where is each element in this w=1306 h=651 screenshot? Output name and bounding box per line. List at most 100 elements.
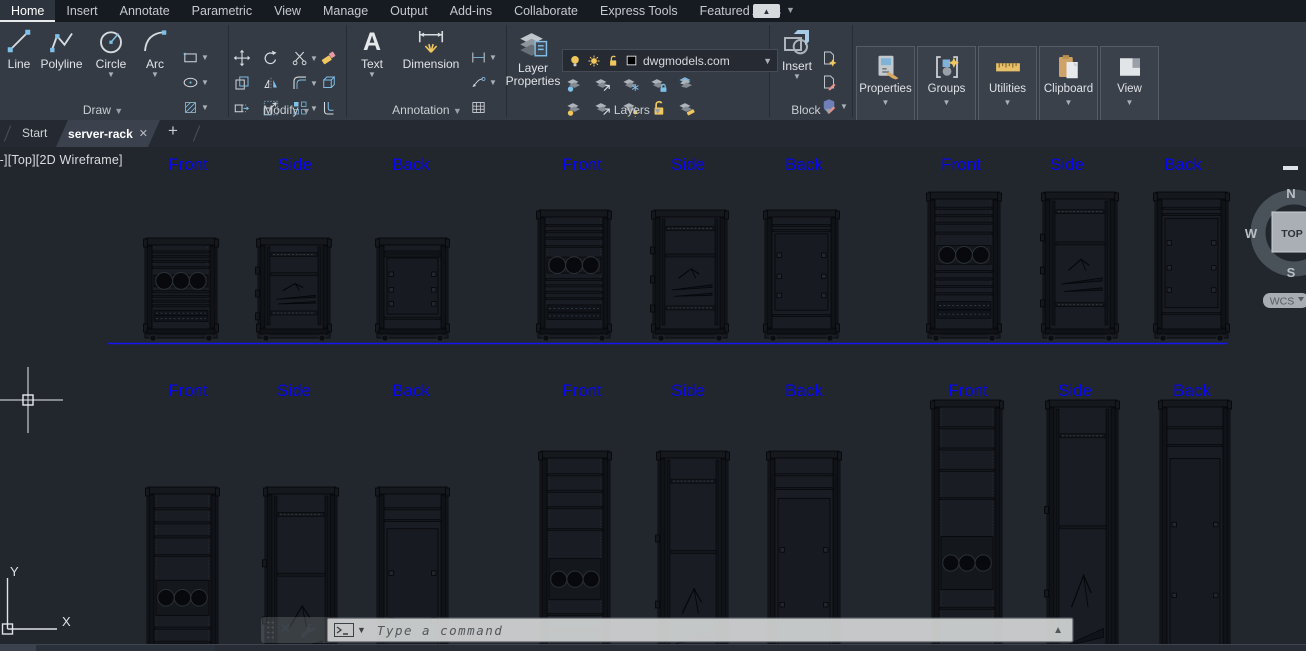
offset-button[interactable] — [320, 99, 338, 117]
mirror-button[interactable] — [262, 74, 280, 92]
panel-clipboard[interactable]: Clipboard ▼ — [1039, 46, 1098, 121]
ribbon-tab-manage[interactable]: Manage — [312, 0, 379, 22]
polyline-button[interactable]: Polyline — [37, 26, 86, 71]
view-label-side[interactable]: Side — [671, 381, 705, 400]
view-label-side[interactable]: Side — [277, 381, 311, 400]
layer-dropdown-caret-icon[interactable]: ▼ — [763, 56, 772, 66]
view-label-back[interactable]: Back — [1164, 155, 1202, 174]
drawing-canvas[interactable]: Front Side Back Front Side Back Front Side Back F… — [0, 147, 1306, 644]
new-tab-button[interactable]: + — [168, 121, 178, 141]
layer-freeze-button[interactable] — [621, 74, 640, 93]
layer-color-swatch[interactable] — [625, 54, 638, 67]
ribbon-tab-add-ins[interactable]: Add-ins — [439, 0, 503, 22]
ribbon-tab-collaborate[interactable]: Collaborate — [503, 0, 589, 22]
rack-back-view[interactable] — [763, 209, 840, 342]
command-input[interactable]: ▼ Type a command ▲ — [327, 618, 1073, 642]
ribbon-tab-annotate[interactable]: Annotate — [109, 0, 181, 22]
rack-side-view[interactable] — [1044, 399, 1120, 644]
ribbon-collapse-caret-icon[interactable]: ▼ — [786, 5, 795, 15]
block-edit-button[interactable] — [820, 73, 838, 91]
ribbon-tab-express-tools[interactable]: Express Tools — [589, 0, 689, 22]
ribbon-tab-insert[interactable]: Insert — [55, 0, 108, 22]
layer-delete-button[interactable] — [677, 98, 696, 117]
ribbon-tab-home[interactable]: Home — [0, 0, 56, 22]
dimension-button[interactable]: Dimension — [394, 26, 468, 71]
view-label-back[interactable]: Back — [392, 155, 430, 174]
circle-button[interactable]: Circle ▼ — [87, 26, 135, 79]
view-label-side[interactable]: Side — [671, 155, 705, 174]
view-label-side[interactable]: Side — [1058, 381, 1092, 400]
view-label-back[interactable]: Back — [785, 381, 823, 400]
view-label-front[interactable]: Front — [941, 155, 981, 174]
insert-block-button[interactable]: Insert ▼ — [776, 26, 818, 81]
view-label-front[interactable]: Front — [168, 381, 208, 400]
tab-server-rack[interactable]: server-rack ✕ — [56, 120, 160, 147]
ribbon-tab-view[interactable]: View — [263, 0, 312, 22]
view-label-front[interactable]: Front — [562, 155, 602, 174]
command-customize-icon[interactable] — [299, 621, 315, 643]
ribbon-tab-output[interactable]: Output — [379, 0, 439, 22]
fillet-button[interactable]: ▼ — [291, 74, 318, 92]
layers-panel-title[interactable]: Layers ▼ — [614, 103, 662, 117]
text-button[interactable]: A Text ▼ — [352, 26, 392, 79]
layer-arrow-button[interactable] — [593, 74, 612, 93]
view-label-back[interactable]: Back — [1173, 381, 1211, 400]
panel-properties[interactable]: Properties ▼ — [856, 46, 915, 121]
rack-front-view[interactable] — [926, 191, 1002, 342]
tab-start[interactable]: Start — [14, 120, 55, 147]
block-new-button[interactable] — [820, 49, 838, 67]
layer-off-button[interactable] — [565, 74, 584, 93]
rack-front-view[interactable] — [538, 450, 612, 644]
block-panel-title[interactable]: Block ▼ — [791, 103, 833, 117]
leader-button[interactable]: ▼ — [470, 74, 497, 91]
stretch-button[interactable] — [233, 99, 251, 117]
ribbon-tab-parametric[interactable]: Parametric — [181, 0, 263, 22]
view-label-front[interactable]: Front — [562, 381, 602, 400]
copy-button[interactable] — [233, 74, 251, 92]
panel-groups[interactable]: Groups ▼ — [917, 46, 976, 121]
command-close-icon[interactable]: ✕ — [280, 621, 291, 637]
layer-walk-button[interactable] — [593, 98, 612, 117]
view-label-back[interactable]: Back — [392, 381, 430, 400]
view-label-front[interactable]: Front — [168, 155, 208, 174]
viewport-controls[interactable]: [-][Top][2D Wireframe] — [0, 153, 123, 167]
rect-tool-button[interactable]: ▼ — [182, 49, 209, 66]
line-button[interactable]: Line — [2, 26, 36, 71]
view-label-side[interactable]: Side — [1050, 155, 1084, 174]
layer-on-button[interactable] — [565, 98, 584, 117]
ellipse-tool-button[interactable]: ▼ — [182, 74, 209, 91]
modify-panel-title[interactable]: Modify ▼ — [263, 103, 311, 117]
panel-utilities[interactable]: Utilities ▼ — [978, 46, 1037, 121]
rack-side-view[interactable] — [1040, 191, 1119, 342]
move-button[interactable] — [233, 49, 251, 67]
trim-button[interactable]: ▼ — [291, 49, 318, 67]
explode-button[interactable] — [320, 74, 338, 92]
command-prompt-icon[interactable] — [334, 623, 354, 637]
tab-close-icon[interactable]: ✕ — [139, 127, 148, 140]
table-button[interactable] — [470, 99, 487, 116]
layer-on-icon[interactable] — [568, 54, 582, 68]
layer-unlock-icon[interactable] — [606, 54, 620, 68]
layer-stack-button[interactable] — [677, 74, 696, 93]
rack-front-view[interactable] — [145, 486, 220, 644]
dim-linear-button[interactable]: ▼ — [470, 49, 497, 66]
viewcube[interactable]: N W S TOP — [1245, 166, 1306, 280]
panel-view[interactable]: View ▼ — [1100, 46, 1159, 121]
command-history-icon[interactable]: ▲ — [1053, 625, 1063, 636]
rack-back-view[interactable] — [1158, 399, 1232, 644]
command-recent-caret-icon[interactable]: ▼ — [357, 625, 366, 635]
rack-side-view[interactable] — [255, 237, 332, 342]
rack-side-view[interactable] — [650, 209, 729, 342]
layer-dropdown[interactable]: dwgmodels.com ▼ — [562, 49, 778, 72]
layer-lock-button[interactable] — [649, 74, 668, 93]
viewcube-top-face[interactable]: TOP — [1281, 228, 1302, 240]
rack-front-view[interactable] — [930, 399, 1004, 644]
rotate-button[interactable] — [262, 49, 280, 67]
rack-side-view[interactable] — [655, 450, 730, 644]
layer-thaw-icon[interactable] — [587, 54, 601, 68]
wcs-dropdown[interactable]: WCS — [1263, 293, 1306, 308]
view-label-side[interactable]: Side — [278, 155, 312, 174]
cad-drawing[interactable]: Front Side Back Front Side Back Front Side Back F… — [0, 147, 1306, 644]
rack-front-view[interactable] — [143, 237, 219, 342]
rack-back-view[interactable] — [1153, 191, 1230, 342]
